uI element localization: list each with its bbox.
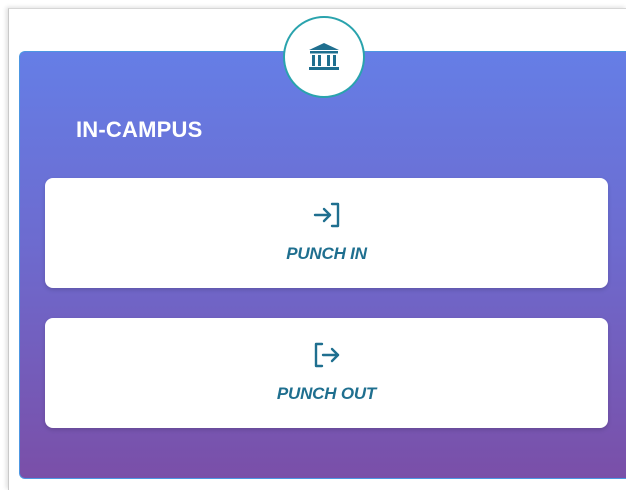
punch-out-label: PUNCH OUT (276, 384, 377, 403)
card-title: IN-CAMPUS (76, 117, 203, 142)
logout-icon (314, 342, 339, 368)
in-campus-card: IN-CAMPUS PUNCH IN PUNCH OUT (19, 51, 626, 479)
punch-in-label: PUNCH IN (286, 244, 367, 263)
punch-in-button[interactable]: PUNCH IN (45, 178, 608, 288)
bank-icon (309, 43, 339, 70)
campus-badge (283, 16, 365, 98)
page-frame: IN-CAMPUS PUNCH IN PUNCH OUT (0, 0, 626, 490)
login-icon (313, 202, 339, 228)
punch-out-button[interactable]: PUNCH OUT (45, 318, 608, 428)
